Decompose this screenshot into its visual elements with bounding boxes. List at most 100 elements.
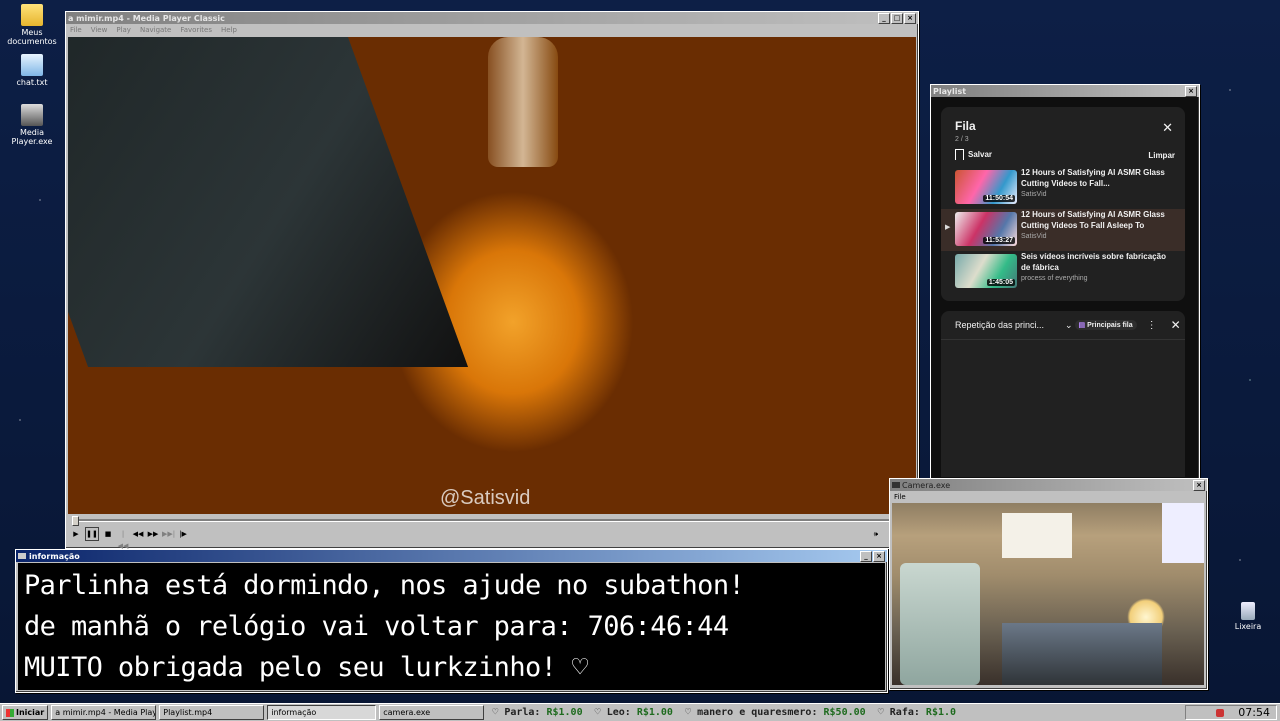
- heart-icon: ♡: [594, 707, 601, 718]
- volume-icon[interactable]: 🕪: [870, 528, 882, 540]
- autoplay-panel: Repetição das princi... ⌄ ▤ Principais f…: [941, 311, 1185, 477]
- video-knife: [68, 37, 469, 367]
- menu-view[interactable]: View: [91, 26, 108, 34]
- heart-icon: ♡: [685, 707, 692, 718]
- camera-table: [1002, 623, 1162, 685]
- info-line-3: MUITO obrigada pelo seu lurkzinho! ♡: [24, 652, 588, 683]
- close-button[interactable]: ×: [1185, 85, 1197, 97]
- clear-button[interactable]: Limpar: [1148, 151, 1175, 160]
- donation-ticker: ♡ Parla: R$1.00 ♡ Leo: R$1.00 ♡ manero e…: [492, 707, 1212, 718]
- camera-window: Camera.exe × File: [889, 478, 1208, 690]
- clock[interactable]: 07:54: [1238, 706, 1270, 719]
- ticker-name: Leo:: [606, 707, 631, 718]
- item-channel: SatisVid: [1021, 191, 1047, 198]
- item-title: 12 Hours of Satisfying AI ASMR Glass Cut…: [1021, 168, 1165, 188]
- repeat-label: Repetição das princi...: [955, 320, 1045, 330]
- playback-controls: ▶ ❚❚ ■ |◀◀ ◀◀ ▶▶ ▶▶| |▶ 🕪: [68, 526, 918, 550]
- menu-favorites[interactable]: Favorites: [180, 26, 212, 34]
- start-button[interactable]: Iniciar: [2, 705, 49, 720]
- close-button[interactable]: ×: [1193, 479, 1205, 491]
- duration-badge: 11:50:54: [983, 195, 1015, 202]
- close-icon[interactable]: ✕: [1171, 318, 1181, 332]
- task-button-playlist[interactable]: Playlist.mp4: [159, 705, 265, 720]
- ticker-amount: R$1.00: [546, 707, 583, 718]
- playlist-item[interactable]: 11:50:54 12 Hours of Satisfying AI ASMR …: [941, 167, 1185, 209]
- camera-window-light: [1002, 513, 1072, 558]
- media-player-window: a mimir.mp4 - Media Player Classic _ □ ×…: [65, 11, 919, 550]
- next-icon[interactable]: ▶▶|: [162, 528, 175, 540]
- camera-window-light: [1162, 503, 1204, 563]
- info-line-2: de manhã o relógio vai voltar para: 706:…: [24, 611, 729, 642]
- close-icon[interactable]: ✕: [1162, 120, 1173, 136]
- camera-menu-bar: File: [890, 491, 1207, 502]
- queue-position: 2 / 3: [955, 136, 969, 143]
- ticker-amount: R$1.00: [636, 707, 673, 718]
- info-text-area: Parlinha está dormindo, nos ajude no sub…: [18, 563, 885, 690]
- duration-badge: 11:53:27: [983, 237, 1015, 244]
- desktop-icon-recycle-bin[interactable]: Lixeira: [1216, 602, 1280, 631]
- media-player-titlebar[interactable]: a mimir.mp4 - Media Player Classic _ □ ×: [66, 12, 918, 24]
- task-button-info[interactable]: informação: [267, 705, 377, 720]
- minimize-button[interactable]: _: [860, 550, 872, 562]
- playlist-item[interactable]: 1:45:05 Seis vídeos incríveis sobre fabr…: [941, 251, 1185, 293]
- taskbar: Iniciar a mimir.mp4 - Media Playe... Pla…: [0, 703, 1280, 721]
- previous-icon[interactable]: |◀◀: [117, 528, 129, 550]
- menu-navigate[interactable]: Navigate: [140, 26, 171, 34]
- camera-titlebar[interactable]: Camera.exe ×: [890, 479, 1207, 491]
- play-icon[interactable]: ▶: [70, 528, 82, 540]
- principais-badge[interactable]: ▤ Principais fila: [1074, 320, 1137, 330]
- playlist-item-playing[interactable]: ▶ 11:53:27 12 Hours of Satisfying AI ASM…: [941, 209, 1185, 251]
- close-button[interactable]: ×: [904, 12, 916, 24]
- item-channel: SatisVid: [1021, 233, 1047, 240]
- desktop-icon-media-player[interactable]: Media Player.exe: [0, 104, 64, 146]
- seek-thumb[interactable]: [72, 516, 79, 526]
- video-frame[interactable]: @Satisvid: [68, 37, 916, 514]
- desktop-icon-label: Meus documentos: [7, 28, 57, 46]
- frame-step-icon[interactable]: |▶: [177, 528, 189, 540]
- save-label: Salvar: [968, 150, 993, 159]
- queue-panel: Fila 2 / 3 ✕ Salvar Limpar 11:50:54 12 H…: [941, 107, 1185, 301]
- camera-feed: [892, 503, 1204, 685]
- tray-icon: [1216, 708, 1225, 717]
- heart-icon: ♡: [492, 707, 499, 718]
- info-titlebar[interactable]: informação _ ×: [16, 550, 887, 562]
- pause-icon[interactable]: ❚❚: [85, 527, 99, 541]
- item-title: 12 Hours of Satisfying AI ASMR Glass Cut…: [1021, 210, 1165, 230]
- window-app-icon: [18, 553, 26, 559]
- stop-icon[interactable]: ■: [102, 528, 114, 540]
- now-playing-icon: ▶: [945, 224, 951, 231]
- queue-icon: ▤: [1078, 322, 1086, 329]
- badge-label: Principais fila: [1087, 322, 1133, 329]
- camera-app-icon: [892, 482, 900, 488]
- menu-bar: File View Play Navigate Favorites Help: [66, 24, 918, 35]
- rewind-icon[interactable]: ◀◀: [132, 528, 144, 540]
- ticker-name: manero e quaresmero:: [697, 707, 818, 718]
- maximize-button[interactable]: □: [891, 12, 903, 24]
- menu-play[interactable]: Play: [116, 26, 131, 34]
- fast-forward-icon[interactable]: ▶▶: [147, 528, 159, 540]
- video-thumbnail: 11:53:27: [955, 212, 1017, 246]
- media-player-icon: [21, 104, 43, 126]
- save-button[interactable]: Salvar: [955, 149, 992, 160]
- item-channel: process of everything: [1021, 275, 1088, 282]
- menu-file[interactable]: File: [70, 26, 82, 34]
- chevron-down-icon[interactable]: ⌄: [1065, 320, 1073, 331]
- minimize-button[interactable]: _: [878, 12, 890, 24]
- task-button-camera[interactable]: camera.exe: [379, 705, 485, 720]
- desktop-icon-chat[interactable]: chat.txt: [0, 54, 64, 87]
- menu-help[interactable]: Help: [221, 26, 237, 34]
- desktop-icon-label: chat.txt: [16, 78, 48, 87]
- playlist-window: Playlist × Fila 2 / 3 ✕ Salvar Limpar 11…: [930, 84, 1200, 481]
- menu-file[interactable]: File: [894, 493, 906, 501]
- video-thumbnail: 11:50:54: [955, 170, 1017, 204]
- seek-bar[interactable]: [68, 515, 916, 526]
- playlist-titlebar[interactable]: Playlist ×: [931, 85, 1199, 97]
- item-title: Seis vídeos incríveis sobre fabricação d…: [1021, 252, 1166, 272]
- window-title: informação: [29, 551, 80, 561]
- system-tray: 07:54: [1185, 705, 1277, 720]
- close-button[interactable]: ×: [873, 550, 885, 562]
- more-options-icon[interactable]: ⋮: [1147, 320, 1157, 331]
- window-title: Playlist: [933, 86, 967, 96]
- desktop-icon-documents[interactable]: Meus documentos: [0, 4, 64, 46]
- task-button-media-player[interactable]: a mimir.mp4 - Media Playe...: [51, 705, 157, 720]
